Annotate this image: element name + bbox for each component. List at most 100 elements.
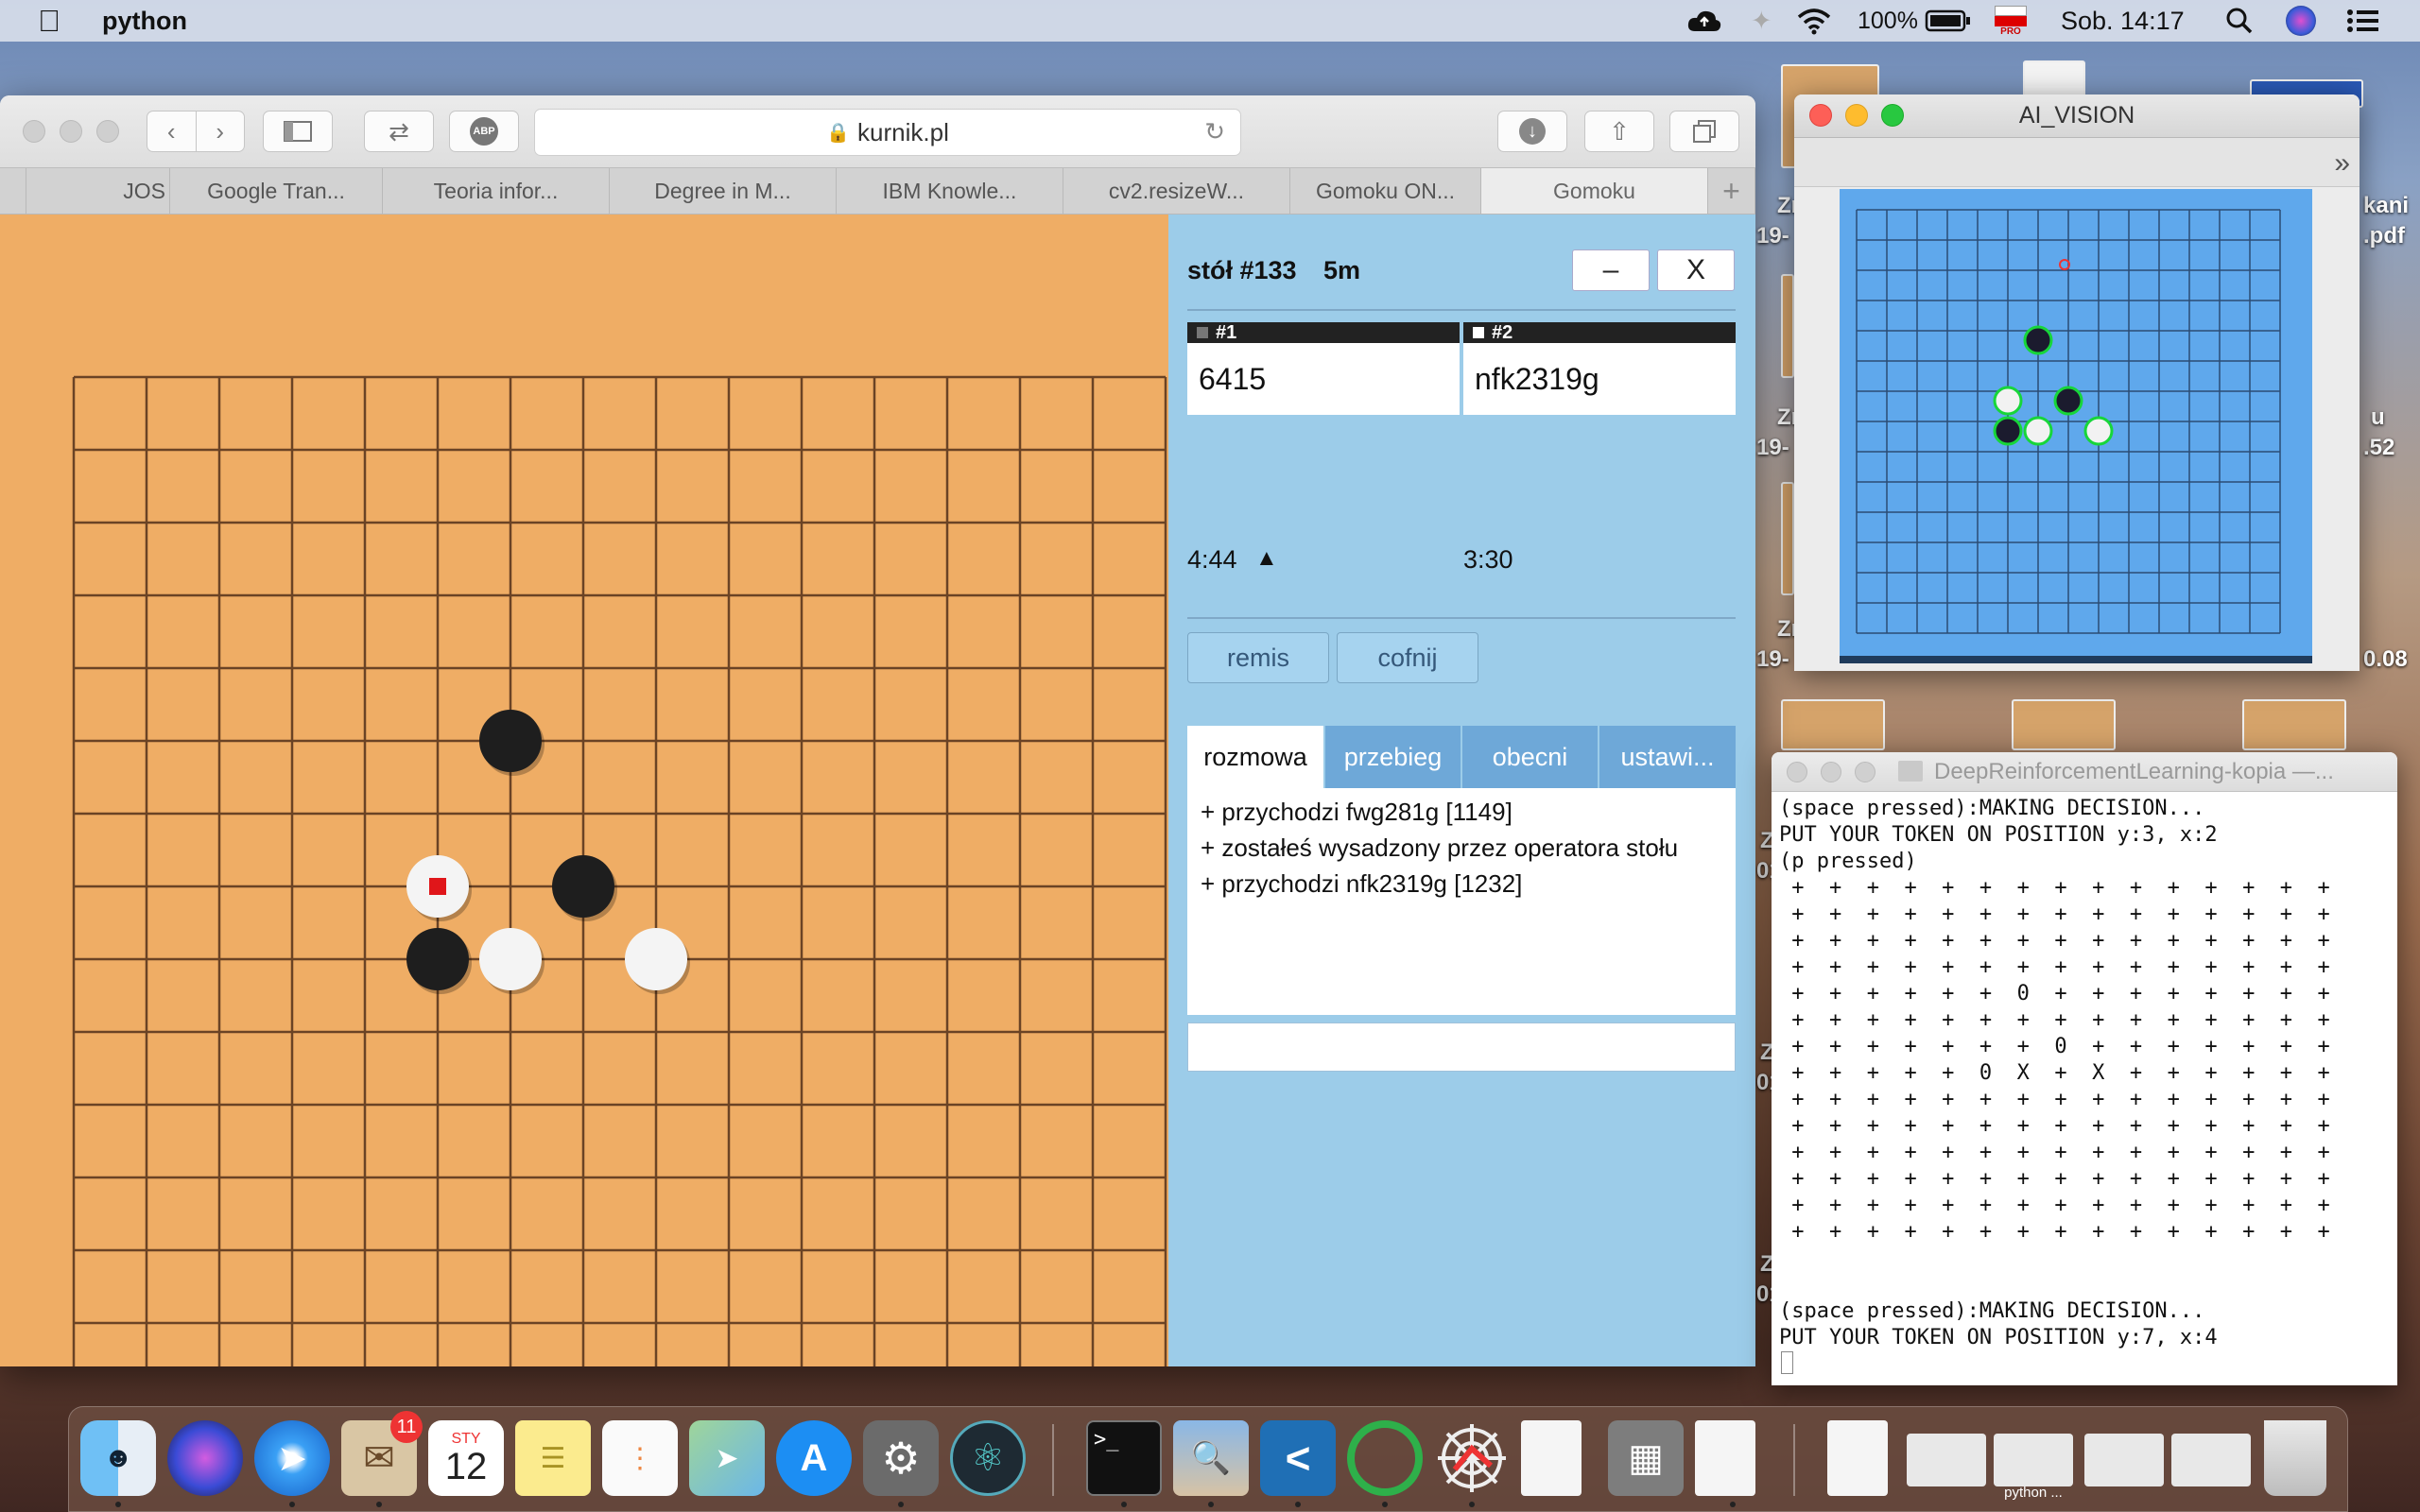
clock[interactable]: Sob. 14:17 [2061,0,2185,42]
player2-name[interactable]: nfk2319g [1463,343,1736,415]
tab-ibm[interactable]: IBM Knowle... [837,168,1063,214]
close-table-button[interactable]: X [1657,249,1735,291]
document-dock-icon[interactable] [1521,1420,1582,1496]
tab-jos[interactable]: JOS [26,168,170,214]
tab-degree[interactable]: Degree in M... [610,168,837,214]
system-preferences-dock-icon[interactable]: ⚙ [863,1420,939,1496]
spotlight-search-icon[interactable] [2225,0,2254,42]
tab-chat[interactable]: rozmowa [1187,726,1323,788]
tab-present[interactable]: obecni [1462,726,1598,788]
swap-tabs-button[interactable]: ⇄ [364,111,434,152]
minimized-window-thumbnail[interactable] [2084,1434,2164,1486]
swap-arrows-icon: ⇄ [389,116,409,146]
window-minimize-button[interactable] [1821,762,1841,782]
siri-icon[interactable] [2286,0,2316,42]
chat-message: + przychodzi nfk2319g [1232] [1201,869,1523,898]
desktop-label: 19- [1756,435,1789,460]
desktop-screenshot-thumbnail[interactable] [1781,274,1794,378]
window-zoom-button[interactable] [1855,762,1876,782]
table-number: stół #133 [1187,256,1297,284]
finder-icon[interactable]: ☻ [80,1420,156,1496]
trash-dock-icon[interactable] [2264,1420,2326,1496]
preview-dock-icon[interactable]: 🔍 [1173,1420,1249,1496]
address-bar[interactable]: 🔒 kurnik.pl ↻ [534,109,1241,156]
desktop-screenshot-thumbnail[interactable] [1781,482,1794,595]
toolbar-overflow-chevron-icon[interactable]: » [2334,147,2350,180]
bluetooth-icon[interactable]: ✦ [1751,0,1772,42]
wifi-icon[interactable] [1796,0,1832,42]
back-icon[interactable]: ‹ [147,117,196,146]
tab-history[interactable]: przebieg [1325,726,1461,788]
gomoku-board[interactable] [0,215,1168,1366]
terminal-dock-icon[interactable]: >_ [1086,1420,1162,1496]
downloads-button[interactable]: ↓ [1497,111,1567,152]
desktop-screenshot-thumbnail[interactable] [1781,699,1885,750]
document-dock-icon[interactable] [1695,1420,1755,1496]
undo-button[interactable]: cofnij [1337,632,1478,683]
desktop-label: .52 [2363,435,2395,460]
terminal-output[interactable]: (space pressed):MAKING DECISION... PUT Y… [1779,796,2394,1351]
app-name[interactable]: python [102,0,187,42]
apple-icon[interactable]:  [38,0,60,42]
tab-google-translate[interactable]: Google Tran... [170,168,383,214]
notes-dock-icon[interactable]: ☰ [515,1420,591,1496]
spider-web-app-dock-icon[interactable] [1434,1420,1510,1496]
minimized-window-thumbnail[interactable] [1907,1434,1986,1486]
reload-icon[interactable]: ↻ [1204,117,1225,146]
divider [1187,309,1736,311]
tab-cv2-resize[interactable]: cv2.resizeW... [1063,168,1290,214]
minimize-table-button[interactable]: – [1572,249,1650,291]
tab-overview-button[interactable] [1669,111,1739,152]
safari-dock-icon[interactable]: ➤ [254,1420,330,1496]
tab-settings[interactable]: ustawi... [1599,726,1736,788]
minimized-window-thumbnail[interactable] [2171,1434,2251,1486]
reminders-dock-icon[interactable]: ⋮ [602,1420,678,1496]
desktop-screenshot-thumbnail[interactable] [2242,699,2346,750]
document-stack-dock-icon[interactable] [1827,1420,1888,1496]
vision-bottom-bar [1840,656,2312,663]
game-panel: stół #133 5m – X #1 6415 #2 nfk2319g 4:4… [1168,215,1755,1366]
window-minimize-button[interactable] [60,120,82,143]
black-square-icon [1197,327,1208,338]
tab-teoria[interactable]: Teoria infor... [383,168,610,214]
input-source-flag-icon[interactable]: PRO [1995,0,2027,42]
forward-icon[interactable]: › [197,117,245,146]
minimized-python-window-thumbnail[interactable] [1994,1434,2073,1486]
draw-button[interactable]: remis [1187,632,1329,683]
board-grid[interactable] [0,215,1168,1366]
ai-vision-titlebar: AI_VISION [1794,94,2360,138]
ai-vision-board-image [1840,189,2312,663]
window-close-button[interactable] [1787,762,1807,782]
tab-pinned[interactable] [0,168,26,214]
desktop-screenshot-thumbnail[interactable] [2012,699,2116,750]
window-zoom-button[interactable] [96,120,119,143]
terminal-titlebar: DeepReinforcementLearning-kopia —... [1772,752,2397,792]
mail-badge: 11 [390,1411,423,1443]
player1-name[interactable]: 6415 [1187,343,1460,415]
calendar-dock-icon[interactable]: STY 12 [428,1420,504,1496]
tab-gomoku-online[interactable]: Gomoku ON... [1290,168,1481,214]
safari-window: ‹ › ⇄ ABP 🔒 kurnik.pl ↻ ↓ ⇧ JOS Google T… [0,95,1755,1366]
share-button[interactable]: ⇧ [1584,111,1654,152]
tab-gomoku-active[interactable]: Gomoku [1481,168,1708,214]
pycharm-dock-icon[interactable] [1347,1420,1423,1496]
new-tab-button[interactable]: + [1708,168,1755,214]
siri-dock-icon[interactable] [167,1420,243,1496]
chat-input[interactable] [1187,1022,1736,1072]
player2-header: #2 [1463,322,1736,343]
notification-center-icon[interactable] [2346,0,2380,42]
dock: ☻ ➤ ✉ 11 STY 12 ☰ ⋮ ➤ A ⚙ ⚛ >_ 🔍 < ▦ pyt… [68,1406,2348,1512]
desktop-label: u [2371,404,2385,430]
battery-icon[interactable] [1925,0,1972,42]
maps-dock-icon[interactable]: ➤ [689,1420,765,1496]
black-stone [406,928,469,990]
app-store-dock-icon[interactable]: A [776,1420,852,1496]
adblock-button[interactable]: ABP [449,111,519,152]
cloud-icon[interactable] [1686,0,1722,42]
calculator-dock-icon[interactable]: ▦ [1608,1420,1684,1496]
gitkraken-dock-icon[interactable]: ⚛ [950,1420,1026,1496]
sidebar-button[interactable] [263,111,333,152]
window-close-button[interactable] [23,120,45,143]
detected-white-stone [2083,416,2114,446]
vscode-dock-icon[interactable]: < [1260,1420,1336,1496]
